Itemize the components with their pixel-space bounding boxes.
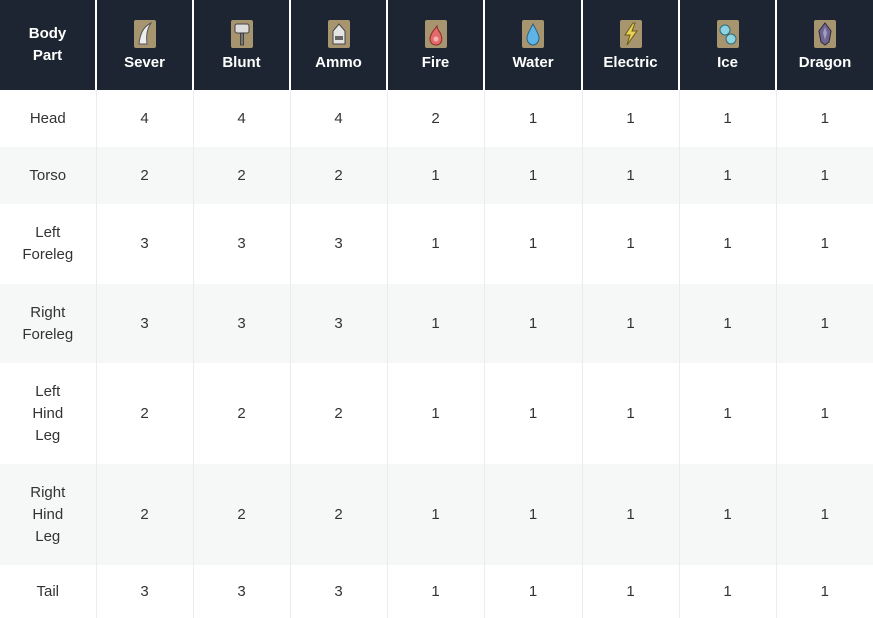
header-label: Sever [124,53,165,71]
header-blunt: Blunt [192,0,290,90]
value-cell: 3 [95,565,193,618]
value-cell: 2 [289,464,387,565]
value-cell: 1 [678,565,776,618]
value-cell: 1 [483,147,582,204]
sever-icon [133,19,156,48]
table-row: Head 4 4 4 2 1 1 1 1 [0,90,873,147]
table-row: Torso 2 2 2 1 1 1 1 1 [0,147,873,204]
value-cell: 1 [483,565,582,618]
value-cell: 1 [581,90,679,147]
value-cell: 1 [581,363,679,464]
value-cell: 1 [483,284,582,363]
value-cell: 1 [483,90,582,147]
ammo-icon [327,19,350,48]
value-cell: 1 [386,565,484,618]
value-cell: 1 [775,204,873,284]
value-cell: 1 [678,147,776,204]
value-cell: 2 [192,147,290,204]
value-cell: 2 [192,363,290,464]
header-label: Water [512,53,554,71]
blunt-icon [230,19,253,48]
header-water: Water [483,0,582,90]
body-part-cell: Right Foreleg [0,284,96,363]
header-electric: Electric [581,0,679,90]
header-label: Fire [421,53,450,71]
water-icon [522,19,544,48]
value-cell: 4 [95,90,193,147]
value-cell: 1 [678,284,776,363]
fire-icon [424,19,447,48]
electric-icon [619,19,642,48]
header-fire: Fire [386,0,484,90]
value-cell: 3 [95,284,193,363]
weakness-table: Body Part Sever Blunt Ammo Fire Water El… [0,0,873,618]
header-label: Dragon [798,53,852,71]
table-row: Right Hind Leg 2 2 2 1 1 1 1 1 [0,464,873,565]
value-cell: 3 [192,204,290,284]
value-cell: 1 [483,363,582,464]
header-ammo: Ammo [289,0,387,90]
value-cell: 1 [775,565,873,618]
value-cell: 1 [386,204,484,284]
value-cell: 3 [289,565,387,618]
value-cell: 1 [775,363,873,464]
header-row: Body Part Sever Blunt Ammo Fire Water El… [0,0,873,90]
value-cell: 1 [678,204,776,284]
value-cell: 1 [581,284,679,363]
value-cell: 1 [775,90,873,147]
value-cell: 1 [483,204,582,284]
value-cell: 1 [775,284,873,363]
value-cell: 1 [386,363,484,464]
value-cell: 4 [192,90,290,147]
value-cell: 3 [289,284,387,363]
value-cell: 1 [581,147,679,204]
header-label: Electric [603,53,658,71]
body-part-cell: Head [0,90,96,147]
value-cell: 1 [678,464,776,565]
value-cell: 3 [289,204,387,284]
header-label: Ice [717,53,738,71]
body-part-cell: Tail [0,565,96,618]
header-dragon: Dragon [775,0,873,90]
dragon-icon [814,19,836,48]
body-part-cell: Left Foreleg [0,204,96,284]
value-cell: 2 [95,147,193,204]
table-row: Right Foreleg 3 3 3 1 1 1 1 1 [0,284,873,363]
value-cell: 4 [289,90,387,147]
value-cell: 3 [192,284,290,363]
header-label: Blunt [222,53,261,71]
body-part-cell: Left Hind Leg [0,363,96,464]
value-cell: 2 [95,464,193,565]
body-part-heading: Body Part [28,25,67,64]
body-part-cell: Torso [0,147,96,204]
value-cell: 2 [95,363,193,464]
value-cell: 3 [95,204,193,284]
value-cell: 1 [386,147,484,204]
value-cell: 1 [581,565,679,618]
header-body-part: Body Part [0,0,96,90]
value-cell: 1 [386,284,484,363]
value-cell: 1 [678,90,776,147]
value-cell: 2 [386,90,484,147]
value-cell: 1 [775,464,873,565]
header-ice: Ice [678,0,776,90]
table-row: Tail 3 3 3 1 1 1 1 1 [0,565,873,618]
table-row: Left Hind Leg 2 2 2 1 1 1 1 1 [0,363,873,464]
value-cell: 1 [483,464,582,565]
header-label: Ammo [315,53,362,71]
value-cell: 1 [386,464,484,565]
value-cell: 1 [581,464,679,565]
value-cell: 1 [581,204,679,284]
value-cell: 1 [775,147,873,204]
table-row: Left Foreleg 3 3 3 1 1 1 1 1 [0,204,873,284]
value-cell: 3 [192,565,290,618]
header-sever: Sever [95,0,193,90]
value-cell: 2 [289,147,387,204]
value-cell: 2 [289,363,387,464]
value-cell: 2 [192,464,290,565]
body-part-cell: Right Hind Leg [0,464,96,565]
ice-icon [716,19,739,48]
value-cell: 1 [678,363,776,464]
